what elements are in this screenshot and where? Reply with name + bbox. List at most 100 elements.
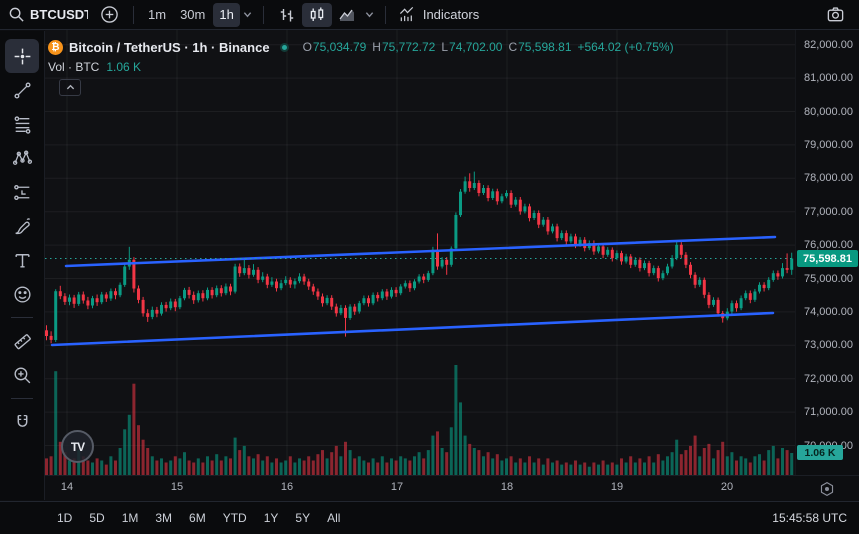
range-5y[interactable]: 5Y: [295, 511, 310, 525]
volume-bar: [518, 458, 522, 475]
brush-tool[interactable]: [5, 209, 39, 243]
text-tool[interactable]: [5, 243, 39, 277]
candle: [215, 288, 219, 296]
volume-bar: [137, 425, 140, 475]
axis-settings-icon[interactable]: [819, 481, 835, 497]
volume-bar: [555, 460, 559, 475]
range-6m[interactable]: 6M: [189, 511, 206, 525]
range-1y[interactable]: 1Y: [264, 511, 279, 525]
emoji-tool[interactable]: [5, 277, 39, 311]
trendline-layer[interactable]: [50, 235, 777, 347]
candles-style-icon[interactable]: [301, 2, 332, 27]
volume-label: Vol · BTC: [48, 60, 100, 74]
time-tick: 14: [60, 481, 74, 493]
candle: [560, 233, 564, 239]
candle: [169, 301, 173, 309]
volume-bar: [270, 462, 274, 475]
volume-bar: [187, 460, 191, 475]
price-chart-canvas[interactable]: [45, 30, 795, 475]
indicators-button[interactable]: Indicators: [394, 3, 483, 27]
price-tick: 75,000.00: [804, 273, 853, 285]
volume-bar: [693, 435, 697, 475]
timeframe-chevron-down-icon[interactable]: [240, 3, 255, 27]
volume-bar: [279, 462, 283, 475]
volume-bar: [394, 460, 398, 475]
legend-collapse-button[interactable]: [59, 79, 81, 96]
area-style-icon[interactable]: [332, 3, 362, 27]
timeframe-1h[interactable]: 1h: [213, 2, 240, 27]
volume-bar: [256, 454, 260, 475]
range-all[interactable]: All: [327, 511, 340, 525]
volume-bar: [169, 460, 173, 475]
volume-bar: [500, 460, 504, 475]
range-1d[interactable]: 1D: [57, 511, 72, 525]
volume-axis-label: 1.06 K: [797, 445, 843, 460]
compare-add-symbol-icon[interactable]: [94, 3, 125, 27]
volume-bar: [495, 454, 499, 475]
volume-bar: [716, 450, 720, 475]
xabcd-pattern-tool[interactable]: [5, 141, 39, 175]
ohlc-value: 74,702.00: [449, 40, 503, 54]
symbol-title[interactable]: Bitcoin / TetherUS · 1h · Binance: [69, 40, 270, 55]
candle: [265, 276, 269, 285]
range-5d[interactable]: 5D: [89, 511, 104, 525]
candle: [417, 276, 421, 282]
volume-bar: [376, 462, 380, 475]
candle: [311, 286, 315, 292]
candle: [528, 206, 531, 219]
volume-bar: [173, 456, 177, 475]
bars-style-icon[interactable]: [272, 3, 302, 27]
candle: [790, 258, 794, 270]
market-status-dot-icon[interactable]: [279, 42, 289, 52]
price-scale[interactable]: 70,000.0071,000.0072,000.0073,000.0074,0…: [795, 30, 859, 475]
candle: [666, 266, 669, 274]
volume-bar: [725, 456, 729, 475]
time-axis[interactable]: 14 15 16 17 18 19 20: [45, 475, 795, 501]
volume-bar: [592, 462, 596, 475]
range-1m[interactable]: 1M: [122, 511, 139, 525]
candle: [146, 313, 150, 317]
volume-bar: [206, 456, 209, 475]
price-tick: 82,000.00: [804, 39, 853, 51]
volume-bar: [578, 464, 582, 475]
ohlc-key: O: [302, 40, 312, 54]
clock-utc[interactable]: 15:45:58 UTC: [772, 511, 847, 525]
ruler-tool[interactable]: [5, 324, 39, 358]
fib-retracement-tool[interactable]: [5, 107, 39, 141]
style-chevron-down-icon[interactable]: [362, 3, 377, 27]
trend-line-tool[interactable]: [5, 73, 39, 107]
candle: [54, 291, 58, 340]
ohlc-value: 75,598.81: [518, 40, 572, 54]
range-ytd[interactable]: YTD: [223, 511, 247, 525]
candle: [606, 249, 610, 255]
legend-volume-row[interactable]: Vol · BTC 1.06 K: [48, 59, 674, 75]
timeframe-30m[interactable]: 30m: [174, 3, 211, 27]
volume-bar: [707, 443, 711, 475]
symbol-search-button[interactable]: BTCUSDT: [30, 7, 88, 22]
candle: [58, 291, 62, 297]
legend-main-row[interactable]: ₿ Bitcoin / TetherUS · 1h · Binance O 75,…: [48, 38, 674, 56]
camera-icon[interactable]: [820, 3, 851, 27]
volume-bar: [233, 437, 237, 475]
range-3m[interactable]: 3M: [155, 511, 172, 525]
chart-pane[interactable]: ₿ Bitcoin / TetherUS · 1h · Binance O 75,…: [45, 30, 795, 475]
candle: [160, 304, 163, 314]
volume-bar: [422, 458, 426, 475]
timeframe-1m[interactable]: 1m: [142, 3, 172, 27]
volume-bar: [532, 462, 536, 475]
magnet-tool[interactable]: [5, 405, 39, 439]
volume-bar: [624, 462, 628, 475]
candle: [744, 293, 748, 299]
candle: [210, 289, 214, 296]
volume-bar: [426, 450, 430, 475]
ohlc-value: 75,772.72: [381, 40, 436, 54]
zoom-in-tool[interactable]: [5, 358, 39, 392]
position-tool[interactable]: [5, 175, 39, 209]
candle: [77, 294, 81, 304]
axis-settings-corner: [795, 475, 859, 501]
volume-bar: [449, 427, 453, 475]
time-tick: 20: [720, 481, 734, 493]
crosshair-tool[interactable]: [5, 39, 39, 73]
search-icon[interactable]: [8, 6, 25, 23]
candle: [615, 253, 619, 259]
